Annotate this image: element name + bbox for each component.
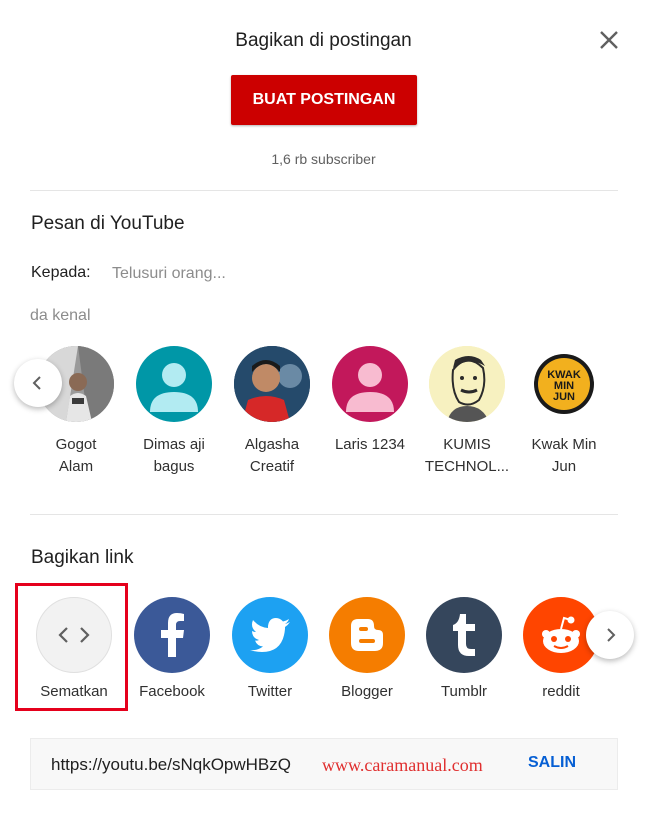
contact-name-line2: TECHNOL...	[424, 458, 510, 475]
share-label: Twitter	[247, 683, 293, 700]
facebook-icon	[134, 597, 210, 673]
share-label: reddit	[542, 683, 580, 700]
contact-name-line2: bagus	[153, 458, 195, 475]
share-section-title: Bagikan link	[31, 547, 134, 568]
avatar	[429, 346, 505, 422]
share-label: Blogger	[341, 683, 393, 700]
copy-button[interactable]: SALIN	[528, 754, 576, 772]
message-section-title: Pesan di YouTube	[31, 213, 185, 234]
share-blogger-button[interactable]: Blogger	[325, 597, 409, 700]
svg-text:JUN: JUN	[553, 391, 575, 403]
share-label: Facebook	[139, 683, 205, 700]
contact-laris-1234[interactable]: Laris 1234	[320, 346, 420, 456]
contact-name-line1: KUMIS	[443, 436, 491, 453]
share-next-button[interactable]	[586, 611, 634, 659]
avatar	[136, 346, 212, 422]
avatar: KWAK MIN JUN	[526, 346, 602, 422]
chevron-right-icon	[607, 628, 616, 642]
share-tumblr-button[interactable]: Tumblr	[422, 597, 506, 700]
divider	[30, 514, 618, 515]
close-icon[interactable]	[596, 27, 622, 53]
dialog-title: Bagikan di postingan	[235, 30, 412, 51]
contact-name-line1: Kwak Min	[531, 436, 597, 453]
search-people-input[interactable]	[110, 259, 414, 289]
to-label: Kepada:	[31, 264, 91, 281]
contact-algasha-creatif[interactable]: Algasha Creatif	[222, 346, 322, 478]
twitter-icon	[232, 597, 308, 673]
avatar	[234, 346, 310, 422]
known-label: da kenal	[30, 307, 91, 324]
share-twitter-button[interactable]: Twitter	[228, 597, 312, 700]
tumblr-icon	[426, 597, 502, 673]
contact-name-line2: Jun	[551, 458, 577, 475]
divider	[30, 190, 618, 191]
contact-kumis-technology[interactable]: KUMIS TECHNOL...	[417, 346, 517, 478]
contact-name-line1: Algasha	[244, 436, 300, 453]
blogger-icon	[329, 597, 405, 673]
embed-highlight-box	[15, 583, 128, 711]
chevron-left-icon	[32, 376, 41, 390]
contact-dimas-aji-bagus[interactable]: Dimas aji bagus	[124, 346, 224, 478]
contact-name-line1: Gogot	[55, 436, 97, 453]
share-url[interactable]: https://youtu.be/sNqkOpwHBzQ	[51, 755, 291, 775]
share-facebook-button[interactable]: Facebook	[130, 597, 214, 700]
create-post-button[interactable]: BUAT POSTINGAN	[231, 75, 417, 125]
subscriber-count: 1,6 rb subscriber	[271, 151, 376, 167]
contacts-prev-button[interactable]	[14, 359, 62, 407]
contact-name-line2: Creatif	[249, 458, 295, 475]
contact-name-line2: Alam	[58, 458, 94, 475]
watermark-text: www.caramanual.com	[322, 755, 483, 775]
share-label: Tumblr	[440, 683, 488, 700]
contact-name-line1: Laris 1234	[334, 436, 406, 453]
avatar	[332, 346, 408, 422]
contact-kwak-min-jun[interactable]: KWAK MIN JUN Kwak Min Jun	[514, 346, 614, 478]
contact-name-line1: Dimas aji	[143, 436, 205, 453]
